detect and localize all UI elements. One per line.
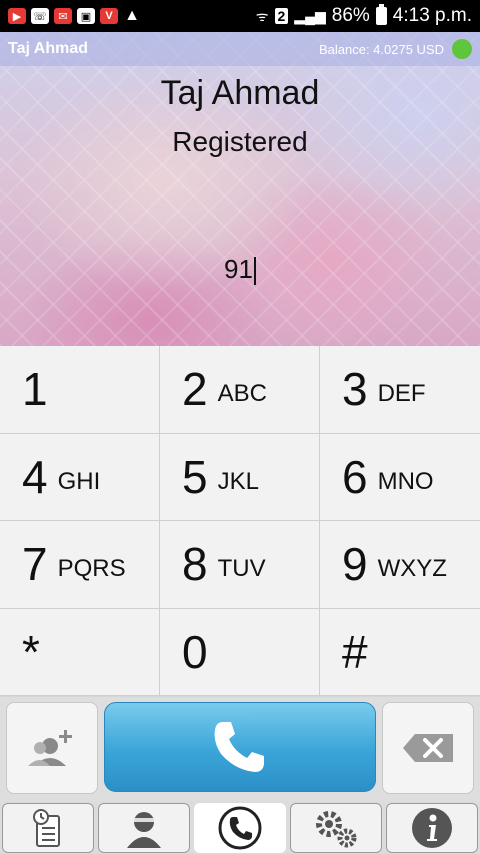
key-digit: 3 (342, 363, 368, 416)
contact-photo-area: Taj Ahmad Balance: 4.0275 USD Taj Ahmad … (0, 32, 480, 346)
nav-call-log[interactable] (2, 803, 94, 853)
call-log-icon (33, 809, 60, 847)
key-letters: ABC (217, 380, 267, 408)
key-letters: JKL (217, 467, 259, 495)
key-2[interactable]: 2 ABC (160, 346, 319, 433)
contact-name: Taj Ahmad (160, 74, 320, 112)
whatsapp-icon: ☏ (31, 8, 49, 24)
bottom-nav (0, 801, 480, 854)
action-row (0, 697, 480, 801)
nav-dialer[interactable] (194, 803, 286, 853)
key-digit: 7 (22, 538, 48, 591)
key-6[interactable]: 6 MNO (320, 433, 480, 520)
balance-label: Balance: 4.0275 USD (318, 41, 444, 57)
signal-icon: ▂▄▆ (294, 7, 326, 24)
key-star[interactable]: * (0, 608, 159, 695)
key-9[interactable]: 9 WXYZ (320, 521, 480, 608)
account-bar: Taj Ahmad Balance: 4.0275 USD (0, 32, 480, 66)
wifi-icon: ᯤ (255, 7, 269, 24)
add-contact-button[interactable] (6, 702, 98, 794)
key-digit: 0 (182, 625, 208, 678)
youtube-icon: ▶ (8, 8, 26, 24)
text-caret (253, 257, 256, 286)
keypad: 1 2 ABC 3 DEF 4 GHI 5 JKL 6 MNO 7 PQRS 8 TUV 9W… (0, 346, 480, 696)
notification-icons: ▶ ☏ ✉ ▣ V ▲ (8, 7, 141, 24)
key-digit: 1 (22, 363, 48, 416)
key-digit: * (22, 625, 40, 678)
key-digit: 6 (342, 450, 368, 503)
key-letters: WXYZ (377, 555, 447, 583)
key-hash[interactable]: # (320, 608, 480, 695)
key-digit: 2 (182, 363, 208, 416)
key-letters: DEF (377, 380, 426, 408)
phone-icon (214, 722, 264, 772)
key-digit: 5 (182, 450, 208, 503)
nav-info[interactable] (386, 803, 478, 853)
dial-number-input[interactable]: 91 (0, 254, 480, 286)
key-0[interactable]: 0 (160, 608, 319, 695)
dialer-icon (218, 806, 262, 850)
key-8[interactable]: 8 TUV (160, 521, 319, 608)
key-digit: # (342, 625, 368, 678)
v-app-icon: V (100, 8, 118, 24)
contact-status: Registered (172, 126, 308, 157)
status-bar: ▶ ☏ ✉ ▣ V ▲ ᯤ 2 ▂▄▆ 86% 4:13 p.m. (0, 0, 480, 32)
clock: 4:13 p.m. (392, 5, 472, 26)
nav-settings[interactable] (290, 803, 382, 853)
sim-badge: 2 (274, 8, 289, 24)
key-7[interactable]: 7 PQRS (0, 521, 159, 608)
message-icon: ✉ (54, 8, 72, 24)
dial-number-value: 91 (224, 254, 253, 284)
key-3[interactable]: 3 DEF (320, 346, 480, 433)
key-letters: MNO (377, 467, 434, 495)
online-status-icon (452, 39, 472, 59)
account-name: Taj Ahmad (8, 40, 89, 57)
contacts-icon (127, 812, 161, 848)
key-4[interactable]: 4 GHI (0, 433, 159, 520)
system-status: ᯤ 2 ▂▄▆ 86% 4:13 p.m. (255, 4, 472, 27)
battery-percent: 86% (331, 5, 370, 26)
key-letters: PQRS (57, 555, 126, 583)
app-root: ▶ ☏ ✉ ▣ V ▲ ᯤ 2 ▂▄▆ 86% 4:13 p.m. Taj Ah… (0, 0, 480, 854)
gallery-icon: ▣ (77, 8, 95, 24)
key-digit: 8 (182, 538, 208, 591)
call-button[interactable] (104, 702, 376, 792)
settings-icon (316, 811, 357, 848)
key-digit: 4 (22, 450, 48, 503)
key-digit: 9 (342, 538, 368, 591)
backspace-button[interactable] (382, 702, 474, 794)
key-5[interactable]: 5 JKL (160, 433, 319, 520)
backspace-icon (403, 734, 453, 762)
key-letters: TUV (217, 555, 266, 583)
key-1[interactable]: 1 (0, 346, 159, 433)
battery-icon (375, 4, 387, 25)
warning-icon: ▲ (124, 7, 140, 24)
nav-contacts[interactable] (98, 803, 190, 853)
info-icon (412, 808, 452, 848)
add-contact-icon (28, 730, 72, 766)
key-letters: GHI (57, 467, 101, 495)
